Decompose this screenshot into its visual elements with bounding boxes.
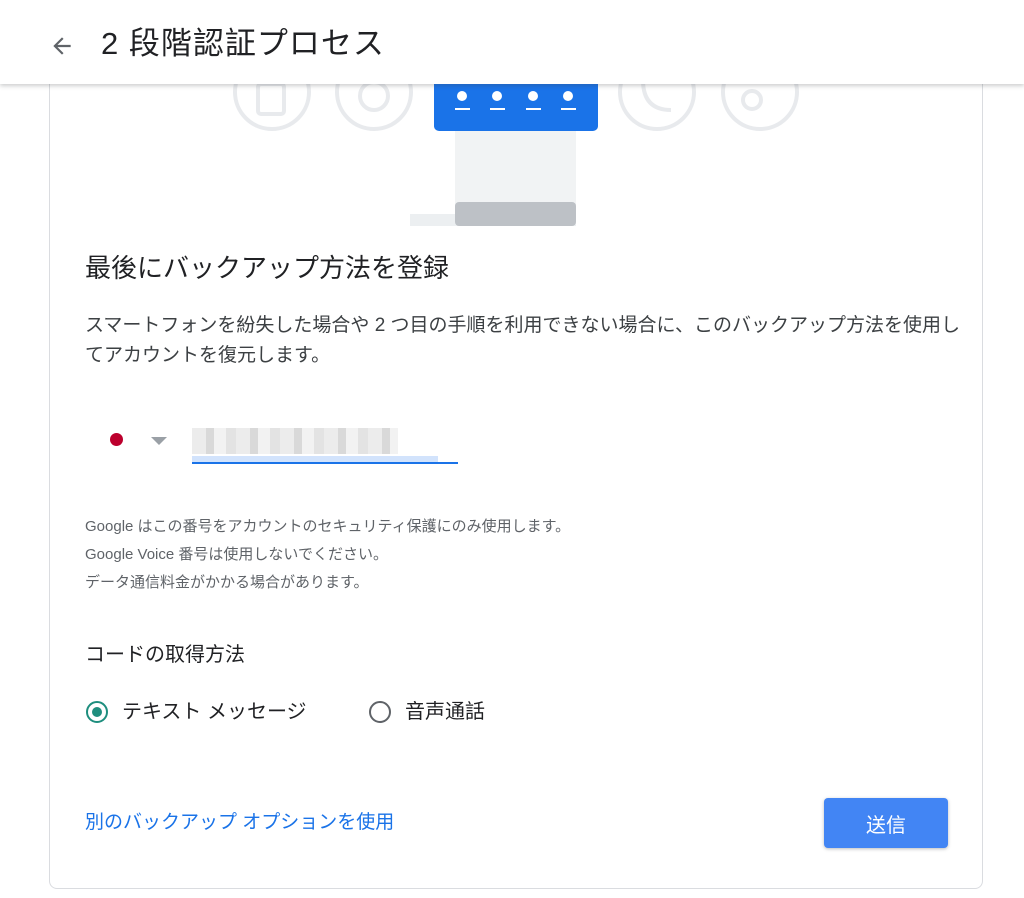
input-underline (192, 462, 458, 464)
radio-label[interactable]: 音声通話 (405, 697, 485, 727)
page-title: 2 段階認証プロセス (101, 26, 385, 61)
radio-label[interactable]: テキスト メッセージ (122, 697, 307, 727)
phone-number-input[interactable] (192, 424, 458, 464)
note-line: Google はこの番号をアカウントのセキュリティ保護にのみ使用します。 (85, 518, 571, 535)
section-heading: 最後にバックアップ方法を登録 (85, 253, 450, 283)
code-method-label: コードの取得方法 (85, 644, 245, 666)
note-line: データ通信料金がかかる場合があります。 (85, 574, 369, 591)
redacted-phone-number (192, 428, 398, 454)
radio-checked-icon[interactable] (86, 701, 108, 723)
japan-flag-icon (110, 433, 123, 446)
section-description: スマートフォンを紛失した場合や 2 つ目の手順を利用できない場合に、このバックア… (85, 315, 960, 366)
radio-voice-call[interactable]: 音声通話 (369, 697, 485, 727)
back-button[interactable] (42, 26, 82, 66)
note-line: Google Voice 番号は使用しないでください。 (85, 546, 388, 563)
app-header: 2 段階認証プロセス (0, 0, 1024, 84)
alternate-backup-option-link[interactable]: 別のバックアップ オプションを使用 (85, 808, 394, 838)
code-display (434, 76, 598, 131)
arrow-back-icon (53, 37, 71, 55)
radio-text-message[interactable]: テキスト メッセージ (86, 697, 307, 727)
send-button[interactable]: 送信 (824, 798, 948, 848)
country-dropdown-icon[interactable] (150, 436, 168, 446)
privacy-notes: Google はこの番号をアカウントのセキュリティ保護にのみ使用します。 Goo… (85, 513, 785, 597)
page: 2 段階認証プロセス 最後にバックアップ方法を登録 スマートフォンを紛失した場合… (0, 0, 1024, 898)
radio-unchecked-icon[interactable] (369, 701, 391, 723)
